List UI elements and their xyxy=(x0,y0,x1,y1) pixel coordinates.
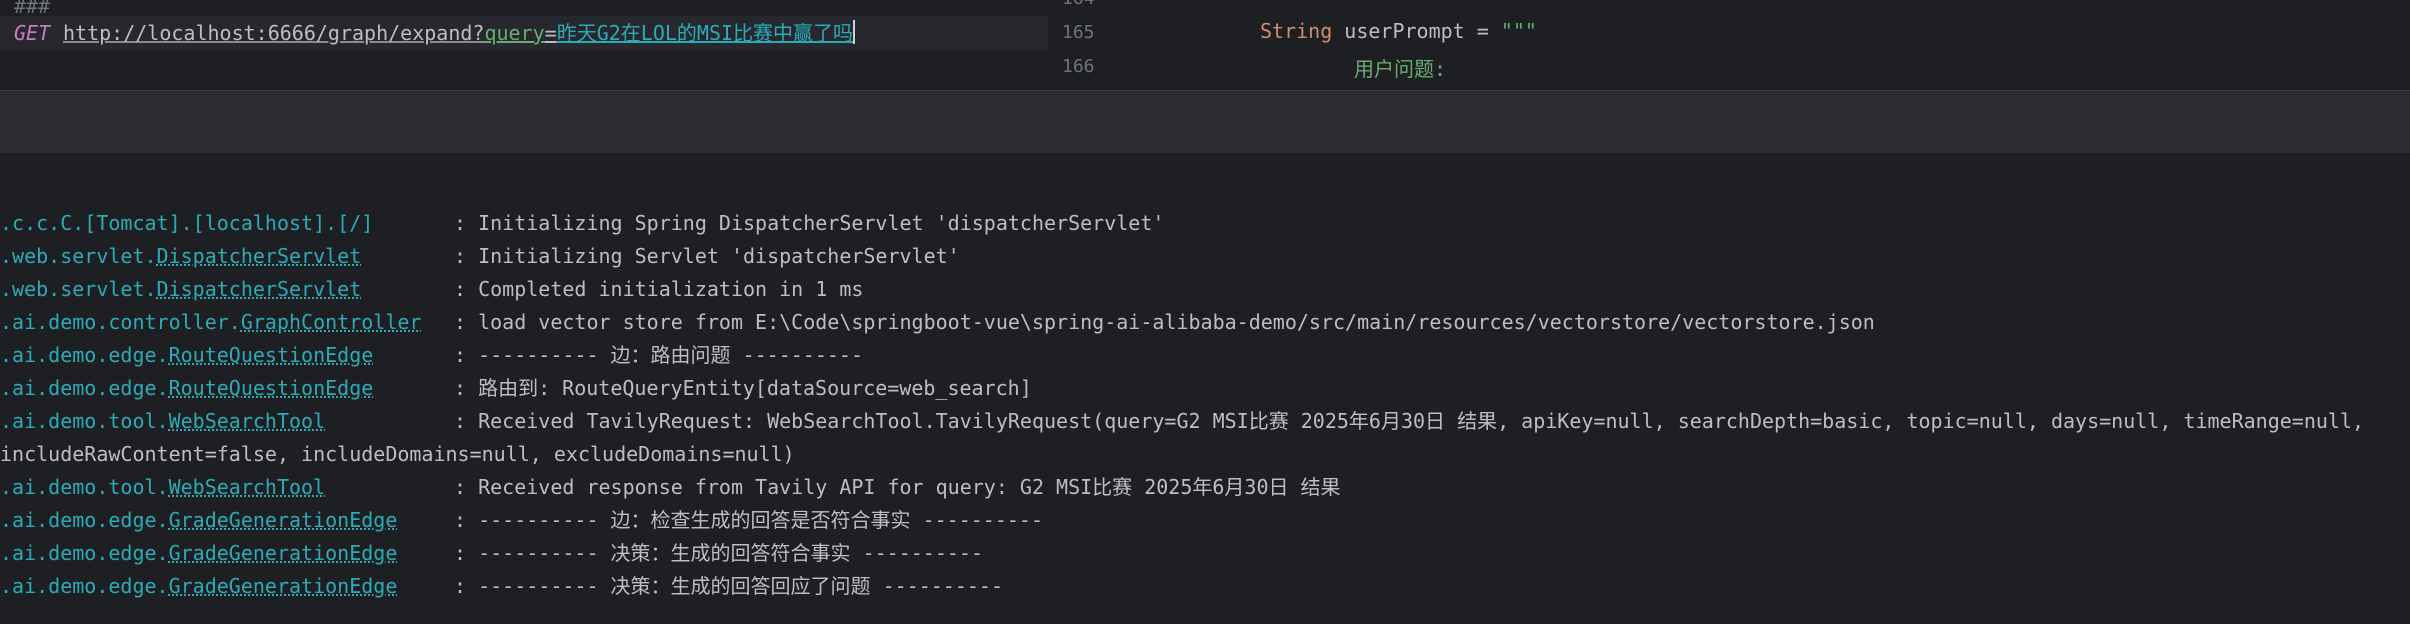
http-request-line[interactable]: GET http://localhost:6666/graph/expand?q… xyxy=(0,16,1048,50)
logger-class-link[interactable]: GradeGenerationEdge xyxy=(169,574,398,598)
log-logger: .ai.demo.edge.RouteQuestionEdge xyxy=(0,376,374,400)
log-message: : 路由到: RouteQueryEntity[dataSource=web_s… xyxy=(454,376,1032,400)
line-number: 165 xyxy=(1062,22,1095,43)
line-number: 164 xyxy=(1062,0,1112,9)
log-row: .ai.demo.edge.RouteQuestionEdge : ------… xyxy=(0,339,2410,372)
log-row: .c.c.C.[Tomcat].[localhost].[/] : Initia… xyxy=(0,207,2410,240)
log-logger: .ai.demo.edge.GradeGenerationEdge xyxy=(0,508,398,532)
logger-class-link[interactable]: RouteQuestionEdge xyxy=(169,376,374,400)
log-row: .ai.demo.tool.WebSearchTool : Received r… xyxy=(0,471,2410,504)
url-param-key: query xyxy=(484,21,545,45)
log-message: : load vector store from E:\Code\springb… xyxy=(454,310,1875,334)
console-output[interactable]: .c.c.C.[Tomcat].[localhost].[/] : Initia… xyxy=(0,207,2410,624)
url-host: http://localhost:6666/graph/expand? xyxy=(63,21,485,45)
logger-class-link[interactable]: DispatcherServlet xyxy=(157,277,362,301)
http-request-editor[interactable]: ### GET http://localhost:6666/graph/expa… xyxy=(0,0,1048,90)
logger-class-link[interactable]: WebSearchTool xyxy=(169,409,326,433)
log-row: .ai.demo.controller.GraphController : lo… xyxy=(0,306,2410,339)
logger-class-link[interactable]: DispatcherServlet xyxy=(157,244,362,268)
log-logger: .ai.demo.edge.GradeGenerationEdge xyxy=(0,541,398,565)
logger-class-link[interactable]: GraphController xyxy=(241,310,422,334)
log-row: .ai.demo.tool.WebSearchTool : Received T… xyxy=(0,405,2410,438)
editor-area: ### GET http://localhost:6666/graph/expa… xyxy=(0,0,2410,90)
log-row: .ai.demo.edge.GradeGenerationEdge : ----… xyxy=(0,537,2410,570)
log-logger: .ai.demo.controller.GraphController xyxy=(0,310,422,334)
log-message: : Initializing Servlet 'dispatcherServle… xyxy=(454,244,960,268)
log-logger: .ai.demo.edge.RouteQuestionEdge xyxy=(0,343,374,367)
log-logger: .ai.demo.tool.WebSearchTool xyxy=(0,409,326,433)
log-row: .ai.demo.edge.RouteQuestionEdge : 路由到: R… xyxy=(0,372,2410,405)
panel-divider[interactable] xyxy=(0,90,2410,153)
log-row: .ai.demo.edge.GradeGenerationEdge : ----… xyxy=(0,570,2410,603)
code-type: String xyxy=(1260,19,1333,43)
log-message: : Received TavilyRequest: WebSearchTool.… xyxy=(454,409,2365,433)
url-param-value: 昨天G2在LOL的MSI比赛中赢了吗 xyxy=(556,21,854,45)
text-cursor xyxy=(853,20,856,44)
log-row: .web.servlet.DispatcherServlet : Complet… xyxy=(0,273,2410,306)
code-string: """ xyxy=(1500,19,1537,43)
log-message: : ---------- 决策：生成的回答回应了问题 ---------- xyxy=(454,574,1003,598)
logger-class-link[interactable]: GradeGenerationEdge xyxy=(169,508,398,532)
url-param-eq: = xyxy=(544,21,557,45)
log-row-continuation: includeRawContent=false, includeDomains=… xyxy=(0,438,2410,471)
log-logger: .ai.demo.edge.GradeGenerationEdge xyxy=(0,574,398,598)
log-message: includeRawContent=false, includeDomains=… xyxy=(0,442,795,466)
log-message: : ---------- 边：路由问题 ---------- xyxy=(454,343,863,367)
http-url[interactable]: http://localhost:6666/graph/expand?query… xyxy=(63,16,856,50)
code-identifier: userPrompt = xyxy=(1332,19,1501,43)
log-row: .ai.demo.edge.GradeGenerationEdge : ----… xyxy=(0,504,2410,537)
log-logger: .web.servlet.DispatcherServlet xyxy=(0,277,362,301)
console-toolbar xyxy=(0,152,2410,208)
log-message: : ---------- 边：检查生成的回答是否符合事实 ---------- xyxy=(454,508,1043,532)
log-row: .web.servlet.DispatcherServlet : Initial… xyxy=(0,240,2410,273)
log-message: : Completed initialization in 1 ms xyxy=(454,277,864,301)
http-method: GET xyxy=(14,21,51,45)
log-logger: .c.c.C.[Tomcat].[localhost].[/] xyxy=(0,211,374,235)
log-message: : Initializing Spring DispatcherServlet … xyxy=(454,211,1165,235)
logger-class-link[interactable]: GradeGenerationEdge xyxy=(169,541,398,565)
logger-class-link[interactable]: RouteQuestionEdge xyxy=(169,343,374,367)
line-number: 166 xyxy=(1062,56,1095,77)
log-logger: .web.servlet.DispatcherServlet xyxy=(0,244,362,268)
logger-class-link[interactable]: WebSearchTool xyxy=(169,475,326,499)
code-line[interactable]: 用户问题: xyxy=(1354,53,1446,82)
log-message: : Received response from Tavily API for … xyxy=(454,475,1341,499)
log-message: : ---------- 决策：生成的回答符合事实 ---------- xyxy=(454,541,983,565)
java-code-editor[interactable]: 164 165 166 String userPrompt = """ 用户问题… xyxy=(1048,0,2410,90)
log-logger: .ai.demo.tool.WebSearchTool xyxy=(0,475,326,499)
code-line[interactable]: String userPrompt = """ xyxy=(1260,19,1537,43)
